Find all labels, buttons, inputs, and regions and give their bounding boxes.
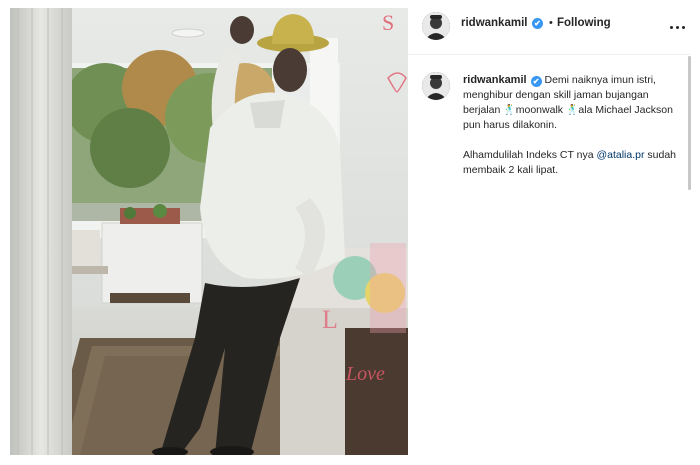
caption-username[interactable]: ridwankamil — [463, 74, 527, 86]
overlay-love-text: Love — [345, 363, 385, 385]
caption-body: ridwankamil ✔ Demi naiknya imun istri, me… — [463, 73, 685, 178]
caption-overflow-line: . . . — [463, 186, 476, 191]
dancer-emoji-icon: 🕺 — [503, 105, 516, 116]
post-side-panel: ridwankamil ✔ • Following ridwankamil✔ — [408, 0, 700, 465]
overlay-letter-s: S — [382, 10, 394, 35]
header-username[interactable]: ridwankamil — [461, 17, 527, 29]
post-video[interactable]: S L Love — [10, 8, 408, 455]
video-frame-illustration: S L Love — [10, 8, 408, 455]
overlay-letter-l: L — [322, 305, 338, 334]
instagram-post-screenshot: S L Love ridwankamil ✔ • Following ridwa… — [0, 0, 700, 465]
avatar[interactable] — [422, 12, 450, 40]
following-button[interactable]: Following — [557, 17, 611, 29]
separator-dot: • — [549, 17, 553, 29]
post-caption: ridwankamil ✔ Demi naiknya imun istri, me… — [408, 55, 690, 191]
caption-paragraph-2: Alhamdulilah Indeks CT nya @atalia.pr su… — [463, 148, 685, 178]
caption-paragraph-1: ridwankamil ✔ Demi naiknya imun istri, me… — [463, 73, 685, 133]
verified-badge-icon: ✔ — [532, 18, 543, 29]
dancer-emoji-icon: 🕺 — [565, 105, 579, 116]
more-horizontal-icon[interactable] — [668, 16, 690, 34]
caption-avatar[interactable] — [422, 72, 450, 100]
caption-moonwalk: moonwalk — [515, 104, 564, 116]
scrollbar-thumb[interactable] — [688, 56, 691, 190]
avatar-photo — [422, 12, 450, 40]
caption-scrollbar[interactable] — [688, 56, 691, 190]
avatar-photo — [422, 72, 450, 100]
verified-badge-icon: ✔ — [530, 76, 542, 87]
caption-para2-prefix: Alhamdulilah Indeks CT nya — [463, 149, 594, 161]
mention-link[interactable]: @atalia.pr — [596, 149, 644, 161]
post-header: ridwankamil ✔ • Following — [408, 8, 690, 55]
